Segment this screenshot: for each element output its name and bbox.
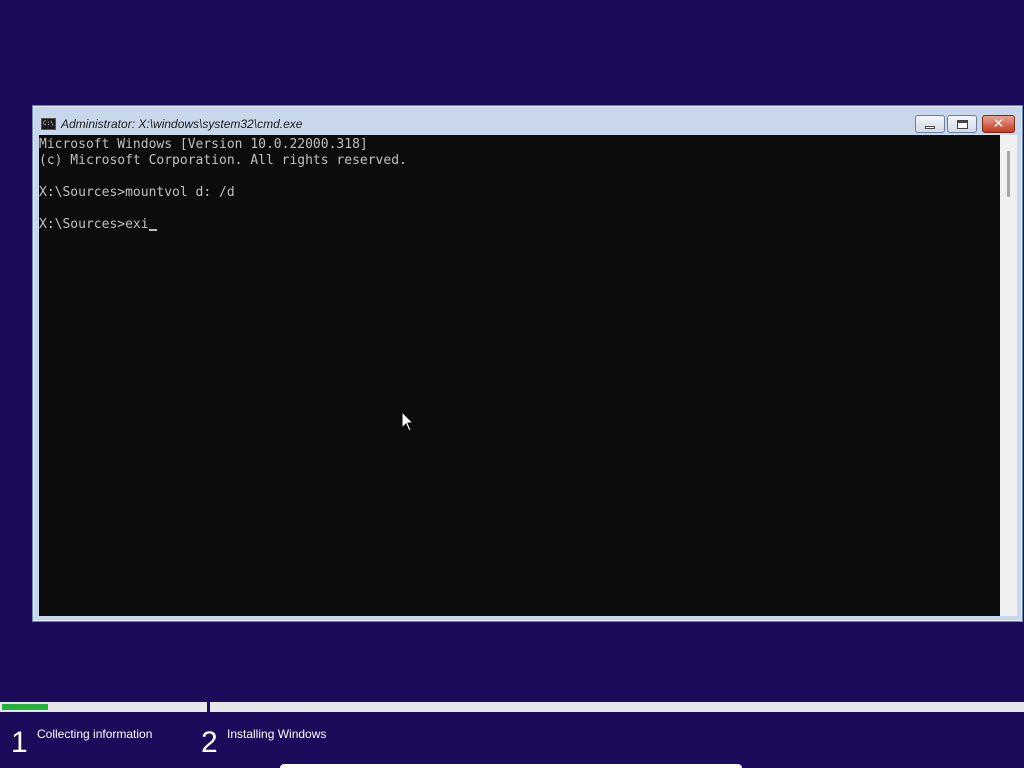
console-line: X:\Sources>mountvol d: /d bbox=[39, 185, 235, 200]
step-number: 2 bbox=[201, 726, 218, 759]
cmd-window[interactable]: C:\ Administrator: X:\windows\system32\c… bbox=[32, 105, 1023, 622]
maximize-icon bbox=[956, 119, 968, 129]
text-cursor bbox=[148, 229, 157, 231]
close-icon: ✕ bbox=[992, 116, 1005, 132]
window-title: Administrator: X:\windows\system32\cmd.e… bbox=[61, 117, 303, 131]
setup-progress-bar bbox=[0, 702, 1024, 712]
console-line: (c) Microsoft Corporation. All rights re… bbox=[39, 153, 407, 168]
scrollbar-thumb[interactable] bbox=[1007, 151, 1010, 197]
step-number: 1 bbox=[11, 726, 28, 759]
console-input-line[interactable]: X:\Sources>exi bbox=[39, 217, 1000, 233]
title-bar[interactable]: C:\ Administrator: X:\windows\system32\c… bbox=[33, 106, 1022, 135]
bottom-panel-edge bbox=[280, 764, 742, 768]
console-line: Microsoft Windows [Version 10.0.22000.31… bbox=[39, 137, 368, 152]
console-output[interactable]: Microsoft Windows [Version 10.0.22000.31… bbox=[39, 135, 1000, 616]
close-button[interactable]: ✕ bbox=[982, 115, 1015, 133]
console-prompt-text: X:\Sources>exi bbox=[39, 217, 149, 232]
mouse-pointer-icon bbox=[401, 411, 415, 432]
cmd-icon: C:\ bbox=[41, 118, 56, 130]
setup-progress-fill bbox=[2, 704, 49, 710]
progress-step-divider bbox=[207, 702, 210, 714]
step-label: Collecting information bbox=[37, 727, 153, 741]
vertical-scrollbar[interactable] bbox=[1000, 135, 1017, 616]
minimize-icon bbox=[925, 125, 935, 129]
minimize-button[interactable] bbox=[915, 115, 945, 133]
step-label: Installing Windows bbox=[227, 727, 327, 741]
maximize-button[interactable] bbox=[947, 115, 977, 133]
